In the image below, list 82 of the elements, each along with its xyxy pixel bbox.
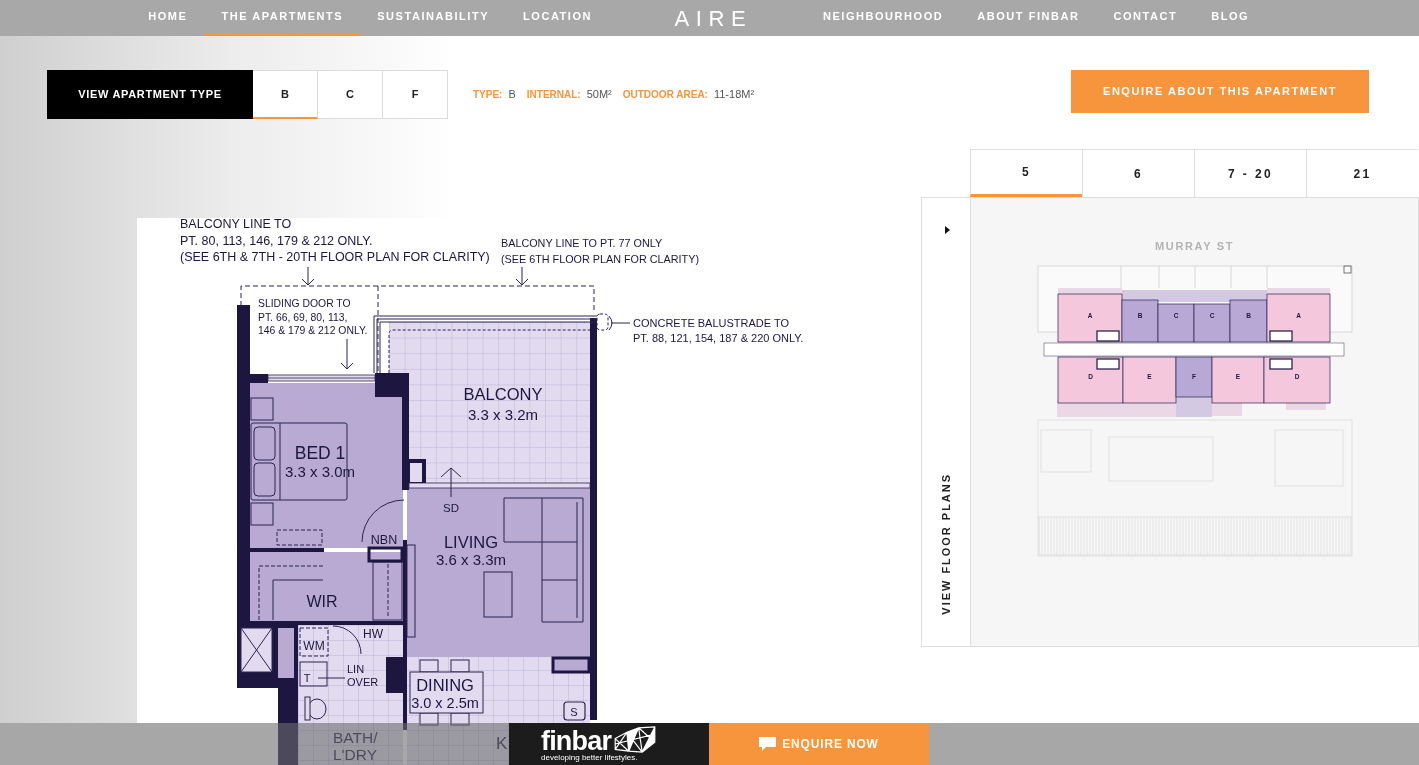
- room-name: K: [496, 734, 508, 753]
- room-name: BATH/ L'DRY: [333, 729, 378, 763]
- dining-chair: [450, 659, 470, 673]
- toilet-drawing: [304, 696, 327, 721]
- annotation-text: BALCONY LINE TO PT. 77 ONLY (SEE 6TH FLOOR PLAN FOR CLARITY): [501, 237, 699, 265]
- nav-link[interactable]: NEIGHBOURHOOD: [806, 0, 961, 36]
- apartment-type-tab[interactable]: B: [253, 70, 318, 119]
- brand-tagline: developing better lifestyles.: [541, 753, 639, 762]
- site-logo[interactable]: AIRE: [670, 0, 750, 36]
- nbn-box-outline: [367, 546, 404, 563]
- fixture-label: NBN: [370, 533, 398, 547]
- brand-wordmark: finbar: [541, 729, 612, 753]
- cross-box-drawing: [240, 627, 273, 673]
- fixture-label: WM: [303, 639, 325, 653]
- appliance-outline: [563, 701, 586, 721]
- floor-tab[interactable]: 6: [1082, 149, 1194, 197]
- cupboard-outline: [372, 561, 403, 621]
- room-name: BALCONY: [463, 385, 543, 403]
- leader-line: [608, 315, 631, 331]
- door-swing: [332, 625, 362, 655]
- leader-arrow: [340, 338, 354, 370]
- cabinet-outline: [276, 529, 323, 546]
- room-name: WIR: [306, 593, 338, 610]
- nav-link[interactable]: ABOUT FINBAR: [960, 0, 1097, 36]
- triangles-logo-icon: [613, 726, 658, 753]
- fixture-label: T: [303, 672, 311, 684]
- room-name: DINING: [416, 676, 474, 694]
- annotation-text: BALCONY LINE TO PT. 80, 113, 146, 179 & 212 ONLY. (SEE 6TH & 7TH - 20TH FLOOR PLAN FOR CLARITY): [180, 218, 490, 264]
- coffee-table: [483, 571, 513, 618]
- direction-arrow: [440, 467, 462, 498]
- room-size: 3.0 x 2.5m: [411, 695, 479, 711]
- room-size: 3.6 x 3.3m: [436, 551, 506, 568]
- column: [406, 459, 426, 486]
- apartment-type-tab[interactable]: F: [383, 70, 448, 119]
- cupboard-panel: [278, 628, 294, 678]
- street-label: MURRAY ST: [1155, 239, 1234, 254]
- apartment-type-heading: VIEW APARTMENT TYPE: [47, 70, 253, 119]
- dining-chair: [419, 659, 439, 673]
- detail-label: OUTDOOR AREA:: [622, 88, 708, 102]
- door-swing: [361, 499, 405, 543]
- enquire-now-button[interactable]: ENQUIRE NOW: [709, 723, 929, 765]
- sink-outline: [299, 661, 328, 687]
- apartment-type-tab[interactable]: C: [318, 70, 383, 119]
- room-name: BED 1: [294, 443, 346, 463]
- detail-value: 50M²: [586, 87, 612, 103]
- detail-value: B: [508, 87, 516, 103]
- view-floor-plans-toggle[interactable]: VIEW FLOOR PLANS: [937, 473, 955, 615]
- detail-label: INTERNAL:: [526, 88, 581, 102]
- washing-machine-outline: [299, 627, 329, 657]
- room-size: 3.3 x 3.2m: [468, 406, 538, 423]
- annotation-text: SLIDING DOOR TO PT. 66, 69, 80, 113, 146 & 179 & 212 ONLY.: [258, 298, 368, 336]
- nav-link[interactable]: CONTACT: [1096, 0, 1195, 36]
- annotation-text: CONCRETE BALUSTRADE TO PT. 88, 121, 154, 187 & 220 ONLY.: [633, 317, 804, 344]
- fixture-label: S: [570, 706, 578, 718]
- fixture-label: SD: [443, 502, 459, 514]
- leader-arrow: [301, 266, 315, 286]
- enquire-button[interactable]: ENQUIRE ABOUT THIS APARTMENT: [1071, 70, 1369, 113]
- nav-link[interactable]: THE APARTMENTS: [204, 0, 361, 36]
- floor-tab[interactable]: 5: [970, 149, 1082, 197]
- bedside-table: [250, 502, 274, 526]
- room-size: 3.3 x 3.0m: [285, 463, 355, 480]
- fixture-label: LIN OVER: [347, 663, 379, 688]
- fixture-label: HW: [363, 627, 383, 641]
- lift-core: [1095, 358, 1120, 370]
- nav-link[interactable]: LOCATION: [506, 0, 609, 36]
- logo-panel[interactable]: finbar developing better lifestyles.: [509, 723, 709, 765]
- lift-core: [1268, 358, 1293, 370]
- nav-link[interactable]: HOME: [131, 0, 205, 36]
- nav-link[interactable]: SUSTAINABILITY: [360, 0, 507, 36]
- leader-line: [317, 677, 346, 679]
- floor-tab[interactable]: 21: [1306, 149, 1418, 197]
- leader-arrow: [515, 266, 529, 286]
- caret-right-icon[interactable]: [945, 226, 950, 234]
- room-name: LIVING: [443, 533, 499, 551]
- bedside-table: [250, 397, 274, 421]
- floor-tab[interactable]: 7 - 20: [1194, 149, 1306, 197]
- speech-bubble-icon: [759, 737, 777, 751]
- nav-link[interactable]: BLOG: [1194, 0, 1267, 36]
- lift-core: [1095, 330, 1120, 342]
- detail-label: TYPE:: [473, 88, 503, 102]
- detail-value: 11-18M²: [713, 87, 755, 103]
- lift-core: [1268, 330, 1293, 342]
